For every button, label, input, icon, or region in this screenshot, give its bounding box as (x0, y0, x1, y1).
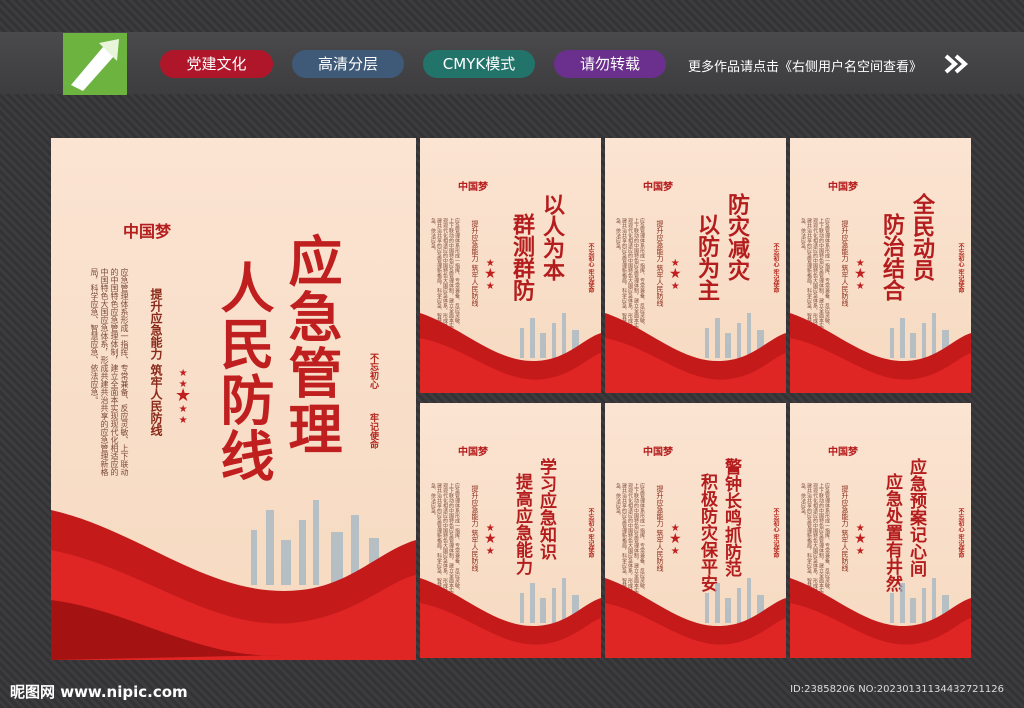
tag-no-repost[interactable]: 请勿转载 (554, 50, 666, 78)
poster-subtitle: 提升应急能力 筑牢人民防线 (656, 220, 664, 307)
poster-subtitle: 提升应急能力 筑牢人民防线 (471, 220, 479, 307)
slogan-1: 不忘初心 (368, 353, 378, 389)
red-ribbon-skyline-icon (51, 500, 416, 660)
red-ribbon-skyline-icon (420, 578, 601, 658)
china-dream-logo: 中国梦 (458, 447, 488, 458)
red-ribbon-skyline-icon (605, 578, 786, 658)
poster-title-col2: 学习应急知识 (536, 458, 556, 560)
china-dream-logo: 中国梦 (643, 447, 673, 458)
poster-title-col1: 群测群防 (509, 213, 535, 301)
poster-title-col1: 以防为主 (694, 213, 720, 301)
tag-hd-layered[interactable]: 高清分层 (292, 50, 404, 78)
poster-title-col2: 全民动员 (909, 193, 935, 281)
poster-6: 中国梦 应急管理体系形成一指挥、专常兼备、反应灵敏、上下联动的中国特色应急管理体… (790, 403, 971, 658)
china-dream-logo: 中国梦 (643, 182, 673, 193)
poster-2: 中国梦 应急管理体系形成一指挥、专常兼备、反应灵敏、上下联动的中国特色应急管理体… (605, 138, 786, 393)
poster-slogan: 不忘初心 牢记使命 (587, 508, 594, 559)
stars-icon: ★ ★ ★ (484, 523, 497, 557)
poster-5: 中国梦 应急管理体系形成一指挥、专常兼备、反应灵敏、上下联动的中国特色应急管理体… (605, 403, 786, 658)
slogan-2: 牢记使命 (368, 413, 378, 449)
poster-subtitle: 提升应急能力 筑牢人民防线 (841, 485, 849, 572)
stars-icon: ★ ★ ★ (669, 523, 682, 557)
poster-subtitle: 提升应急能力 筑牢人民防线 (471, 485, 479, 572)
main-subtitle: 提升应急能力 筑牢人民防线 (149, 288, 163, 437)
red-ribbon-skyline-icon (790, 313, 971, 393)
poster-slogan: 不忘初心 牢记使命 (772, 508, 779, 559)
more-works-notice[interactable]: 更多作品请点击《右侧用户名空间查看》 (688, 56, 922, 75)
main-title-col2: 应急管理 (279, 233, 343, 457)
poster-title-col2: 应急预案记心间 (906, 458, 926, 577)
main-title-col1: 人民防线 (211, 260, 275, 484)
stars-icon: ★ ★ ★ (484, 258, 497, 292)
china-dream-logo: 中国梦 (828, 182, 858, 193)
tag-cmyk[interactable]: CMYK模式 (423, 50, 535, 78)
main-poster: 中国梦 应急管理 人民防线 提升应急能力 筑牢人民防线 应急管理体系形成一指挥、… (51, 138, 416, 660)
red-ribbon-skyline-icon (790, 578, 971, 658)
china-dream-logo: 中国梦 (828, 447, 858, 458)
poster-1: 中国梦 应急管理体系形成一指挥、专常兼备、反应灵敏、上下联动的中国特色应急管理体… (420, 138, 601, 393)
poster-4: 中国梦 应急管理体系形成一指挥、专常兼备、反应灵敏、上下联动的中国特色应急管理体… (420, 403, 601, 658)
stars-icon: ★ ★ ★ (854, 523, 867, 557)
brand-logo-icon[interactable] (63, 33, 127, 95)
poster-title-col2: 防灾减灾 (724, 193, 750, 281)
double-chevron-right-icon[interactable] (944, 54, 970, 74)
site-watermark: 昵图网 www.nipic.com (10, 683, 188, 701)
red-ribbon-skyline-icon (420, 313, 601, 393)
poster-title-col2: 以人为本 (539, 193, 565, 281)
tag-party-culture[interactable]: 党建文化 (160, 50, 273, 78)
china-dream-logo: 中国梦 (123, 222, 172, 241)
stars-icon: ★ ★ ★ (669, 258, 682, 292)
poster-title-col1: 提高应急能力 (512, 473, 532, 575)
poster-subtitle: 提升应急能力 筑牢人民防线 (841, 220, 849, 307)
poster-slogan: 不忘初心 牢记使命 (587, 243, 594, 294)
poster-subtitle: 提升应急能力 筑牢人民防线 (656, 485, 664, 572)
image-id: ID:23858206 NO:20230131134432721126 (790, 684, 1004, 695)
poster-title-col1: 防治结合 (879, 213, 905, 301)
red-ribbon-skyline-icon (605, 313, 786, 393)
main-body-text: 应急管理体系形成一指挥、专常兼备、反应灵敏、上下联动的中国特色应急管理体制，建立… (90, 268, 129, 476)
poster-slogan: 不忘初心 牢记使命 (957, 508, 964, 559)
china-dream-logo: 中国梦 (458, 182, 488, 193)
poster-3: 中国梦 应急管理体系形成一指挥、专常兼备、反应灵敏、上下联动的中国特色应急管理体… (790, 138, 971, 393)
poster-slogan: 不忘初心 牢记使命 (957, 243, 964, 294)
stars-icon: ★ ★ ★ (854, 258, 867, 292)
poster-title-col2: 警钟长鸣抓防范 (721, 458, 741, 577)
poster-slogan: 不忘初心 牢记使命 (772, 243, 779, 294)
stars-icon: ★ ★ ★ ★ ★ (175, 368, 192, 426)
